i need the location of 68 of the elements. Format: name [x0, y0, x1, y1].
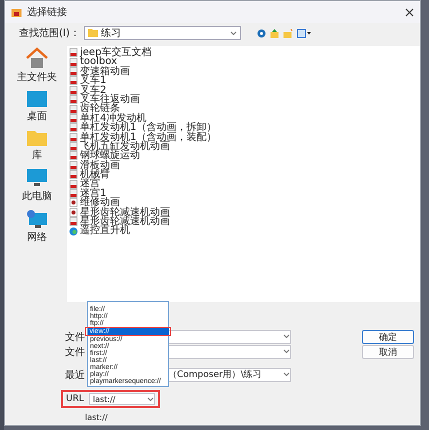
- sidebar-item[interactable]: 库: [24, 128, 50, 163]
- document-icon: [69, 48, 78, 58]
- back-icon[interactable]: [256, 28, 266, 38]
- network-monitor-icon: [26, 209, 48, 229]
- folder-icon: [26, 129, 48, 147]
- document-icon: [69, 76, 78, 86]
- file-item[interactable]: toolbox: [69, 57, 418, 67]
- sidebar-item[interactable]: 主文件夹: [15, 46, 59, 85]
- ok-button[interactable]: 确定: [362, 330, 414, 344]
- document-icon: [69, 58, 78, 67]
- chevron-down-icon: [230, 30, 237, 36]
- url-dropdown[interactable]: last://: [88, 393, 155, 405]
- document-icon: [69, 160, 78, 170]
- url-preview-text: last://: [85, 413, 108, 422]
- file-item[interactable]: 单杠发动机1（含动画，装配）: [69, 132, 418, 142]
- file-item[interactable]: 叉车2: [69, 86, 418, 95]
- document-icon: [69, 151, 78, 160]
- file-item[interactable]: 叉车往返动画: [69, 94, 418, 104]
- document-icon: [69, 142, 78, 152]
- document-icon: [69, 170, 78, 180]
- file-item[interactable]: 机械臂: [69, 170, 418, 180]
- field-label: 文件: [65, 330, 85, 344]
- document-icon: [69, 86, 78, 95]
- document-icon: [69, 217, 78, 226]
- chevron-down-icon: [283, 372, 290, 377]
- document-icon: [69, 180, 78, 189]
- document-icon: [69, 114, 78, 123]
- close-icon[interactable]: [405, 8, 414, 16]
- cancel-button[interactable]: 取消: [362, 344, 414, 358]
- file-item[interactable]: 叉车1: [69, 76, 418, 86]
- document-icon: [69, 123, 78, 132]
- file-item[interactable]: 迷宫1: [69, 188, 418, 198]
- file-item[interactable]: jeep车交互文档: [69, 48, 418, 58]
- document-icon: [69, 104, 78, 114]
- file-item[interactable]: 星形齿轮减速机动画: [69, 217, 418, 226]
- chevron-down-icon: [283, 334, 290, 339]
- file-item[interactable]: 遥控直升机: [69, 226, 418, 236]
- desktop-icon: [26, 90, 48, 108]
- field-label: 最近: [65, 368, 85, 382]
- file-item[interactable]: 维修动画: [69, 198, 418, 208]
- file-item[interactable]: 滑板动画: [69, 160, 418, 170]
- sidebar-item[interactable]: 桌面: [24, 89, 50, 124]
- chevron-down-icon: [283, 349, 290, 354]
- chevron-down-icon: [146, 396, 154, 402]
- house-icon: [25, 47, 49, 69]
- document-icon: [69, 132, 78, 142]
- document-icon: [69, 95, 78, 104]
- file-item[interactable]: 单杠发动机1（含动画，拆卸）: [69, 123, 418, 133]
- file-item[interactable]: 钢球螺旋运动: [69, 151, 418, 161]
- document-icon: [69, 189, 78, 198]
- up-folder-icon[interactable]: [270, 28, 279, 38]
- file-item[interactable]: 变速箱动画: [69, 66, 418, 76]
- folder-icon: [88, 29, 98, 37]
- window-title: 选择链接: [27, 6, 68, 19]
- look-in-label: 查找范围(I)：: [19, 26, 80, 40]
- file-item[interactable]: 迷宫: [69, 179, 418, 189]
- file-item[interactable]: 星形齿轮减速机动画: [69, 208, 418, 218]
- field-label: 文件: [65, 346, 85, 358]
- url-label: URL: [66, 394, 84, 404]
- look-in-dropdown[interactable]: 练习: [84, 26, 241, 40]
- monitor-icon: [26, 168, 48, 188]
- globe-icon: [69, 226, 78, 236]
- sidebar-item[interactable]: 此电脑: [20, 167, 54, 204]
- document-icon: [69, 66, 78, 76]
- sidebar-item[interactable]: 网络: [24, 208, 50, 245]
- file-item[interactable]: 齿轮链条: [69, 104, 418, 114]
- view-menu-icon[interactable]: [296, 28, 311, 38]
- app-icon: [11, 6, 22, 18]
